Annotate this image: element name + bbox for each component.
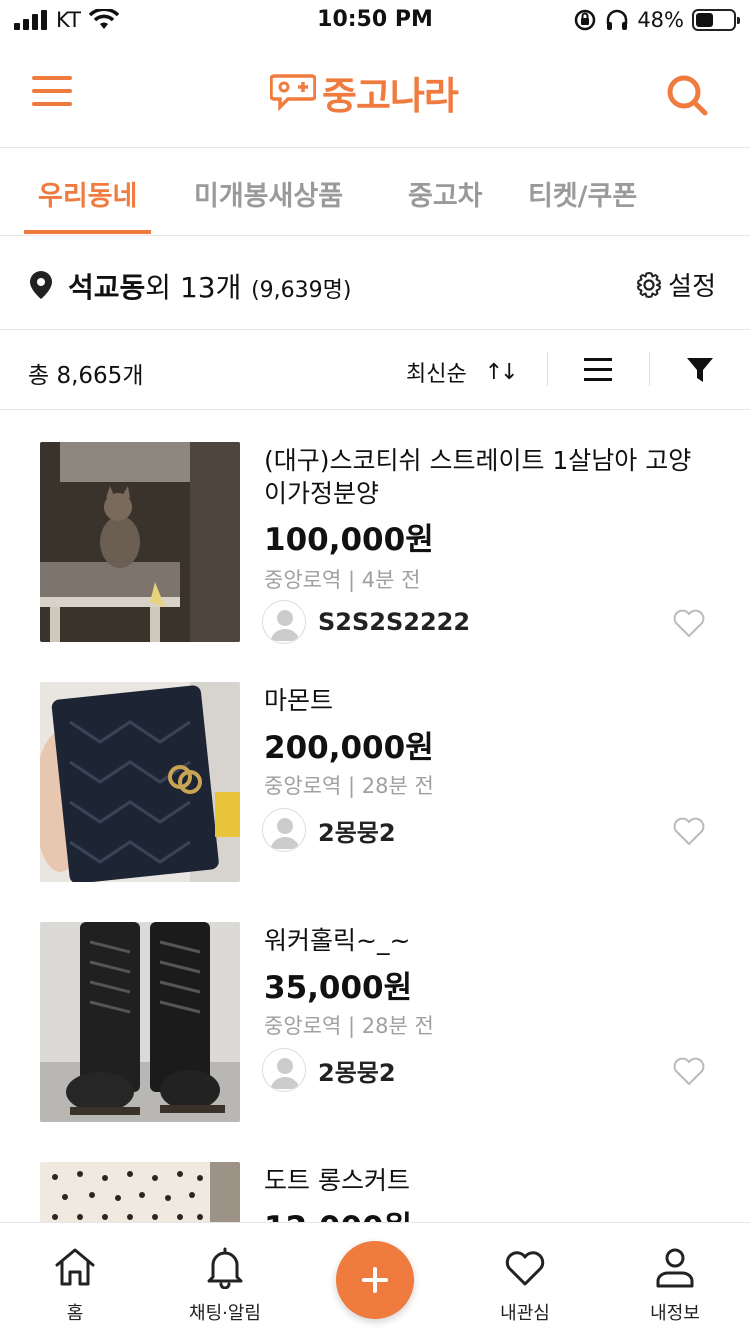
location-settings-button[interactable]: 설정 bbox=[634, 266, 716, 303]
cat-photo bbox=[40, 442, 240, 642]
avatar bbox=[262, 600, 306, 644]
tab-used-car[interactable]: 중고차 bbox=[408, 174, 483, 213]
product-list: (대구)스코티쉬 스트레이트 1살남아 고양이가정분양 100,000원 중앙로… bbox=[0, 410, 750, 1222]
location-member-count: (9,639명) bbox=[251, 278, 352, 303]
item-price: 35,000원 bbox=[264, 970, 413, 1006]
menu-button[interactable] bbox=[32, 76, 72, 110]
battery-percent: 48% bbox=[637, 8, 684, 32]
filter-funnel-icon[interactable] bbox=[686, 356, 714, 384]
nav-home-label: 홈 bbox=[66, 1303, 84, 1324]
item-time: 28분 전 bbox=[361, 1014, 434, 1038]
list-item[interactable]: 도트 롱스커트 12,000원 bbox=[0, 1130, 750, 1222]
status-bar: KT 10:50 PM 48% bbox=[0, 0, 750, 42]
heart-icon bbox=[505, 1251, 545, 1286]
seller: S2S2S2222 bbox=[262, 600, 470, 644]
avatar bbox=[262, 808, 306, 852]
nav-chat-alerts[interactable]: 채팅·알림 bbox=[150, 1223, 300, 1334]
tab-unopened-new[interactable]: 미개봉새상품 bbox=[194, 174, 343, 213]
item-title: 워커홀릭~_~ bbox=[264, 926, 411, 955]
settings-label: 설정 bbox=[668, 272, 716, 302]
seller-name: 2몽뭉2 bbox=[318, 818, 396, 847]
tab-ticket-coupon[interactable]: 티켓/쿠폰 bbox=[528, 174, 637, 213]
sort-label: 최신순 bbox=[406, 362, 467, 387]
item-time: 4분 전 bbox=[361, 568, 421, 592]
item-location: 중앙로역 bbox=[264, 568, 342, 592]
list-item[interactable]: (대구)스코티쉬 스트레이트 1살남아 고양이가정분양 100,000원 중앙로… bbox=[0, 410, 750, 650]
item-title: (대구)스코티쉬 스트레이트 1살남아 고양이가정분양 bbox=[264, 446, 692, 508]
item-location: 중앙로역 bbox=[264, 1014, 342, 1038]
meta-separator: | bbox=[347, 1014, 362, 1038]
divider bbox=[649, 352, 650, 386]
seller-name: 2몽뭉2 bbox=[318, 1058, 396, 1087]
orientation-lock-icon bbox=[575, 9, 596, 31]
item-price: 12,000원 bbox=[264, 1202, 412, 1222]
location-pin-icon bbox=[30, 271, 52, 299]
menu-icon-line bbox=[32, 89, 72, 93]
item-price: 200,000원 bbox=[264, 730, 434, 766]
list-icon-line bbox=[584, 368, 612, 371]
item-price: 100,000원 bbox=[264, 522, 434, 558]
category-tabs: 우리동네 미개봉새상품 중고차 티켓/쿠폰 bbox=[0, 148, 750, 236]
nav-my-info-label: 내정보 bbox=[650, 1303, 700, 1324]
location-name: 석교동 bbox=[68, 271, 146, 304]
location-rest: 외 13개 bbox=[145, 271, 242, 304]
gear-icon bbox=[637, 271, 662, 298]
nav-favorites-label: 내관심 bbox=[500, 1303, 550, 1324]
avatar bbox=[262, 1048, 306, 1092]
item-meta: 중앙로역 | 4분 전 bbox=[264, 564, 420, 594]
list-view-button[interactable] bbox=[584, 358, 612, 388]
home-icon bbox=[55, 1248, 95, 1286]
location-bar[interactable]: 석교동외 13개 (9,639명) 설정 bbox=[0, 236, 750, 330]
like-heart-icon[interactable] bbox=[672, 816, 706, 846]
battery-icon bbox=[692, 9, 740, 31]
item-title: 도트 롱스커트 bbox=[264, 1166, 410, 1195]
nav-home[interactable]: 홈 bbox=[0, 1223, 150, 1334]
total-count: 총 8,665개 bbox=[28, 363, 144, 389]
logo-chat-icon bbox=[270, 74, 316, 112]
sort-arrows-icon: ↑↓ bbox=[484, 359, 519, 385]
item-meta: 중앙로역 | 28분 전 bbox=[264, 1010, 434, 1040]
sort-button[interactable]: 최신순 ↑↓ bbox=[406, 356, 519, 388]
logo-text: 중고나라 bbox=[322, 73, 459, 118]
menu-icon-line bbox=[32, 102, 72, 106]
battery-fill bbox=[696, 13, 713, 27]
nav-my-info[interactable]: 내정보 bbox=[600, 1223, 750, 1334]
seller-name: S2S2S2222 bbox=[318, 608, 471, 636]
filter-bar: 총 8,665개 최신순 ↑↓ bbox=[0, 330, 750, 410]
list-icon-line bbox=[584, 358, 612, 361]
item-time: 28분 전 bbox=[361, 774, 434, 798]
search-icon[interactable] bbox=[664, 72, 710, 118]
list-icon-line bbox=[584, 378, 612, 381]
tab-neighborhood[interactable]: 우리동네 bbox=[38, 174, 137, 213]
list-item[interactable]: 마몬트 200,000원 중앙로역 | 28분 전 2몽뭉2 bbox=[0, 650, 750, 890]
bottom-navigation: 홈 채팅·알림 내관심 내정보 bbox=[0, 1222, 750, 1334]
app-header: 중고나라 bbox=[0, 42, 750, 148]
add-icon[interactable] bbox=[336, 1241, 414, 1319]
item-meta: 중앙로역 | 28분 전 bbox=[264, 770, 434, 800]
seller: 2몽뭉2 bbox=[262, 1048, 396, 1092]
like-heart-icon[interactable] bbox=[672, 608, 706, 638]
app-logo[interactable]: 중고나라 bbox=[270, 66, 459, 118]
item-title: 마몬트 bbox=[264, 686, 334, 715]
bell-icon bbox=[207, 1247, 243, 1289]
seller: 2몽뭉2 bbox=[262, 808, 396, 852]
nav-chat-alerts-label: 채팅·알림 bbox=[189, 1303, 261, 1324]
skirt-photo bbox=[40, 1162, 240, 1222]
person-icon bbox=[656, 1248, 694, 1288]
headphones-icon bbox=[607, 9, 628, 30]
location-label[interactable]: 석교동외 13개 (9,639명) bbox=[68, 266, 351, 306]
boots-photo bbox=[40, 922, 240, 1122]
like-heart-icon[interactable] bbox=[672, 1056, 706, 1086]
status-right: 48% bbox=[573, 8, 740, 32]
wallet-photo bbox=[40, 682, 240, 882]
active-tab-indicator bbox=[24, 230, 151, 234]
meta-separator: | bbox=[347, 774, 362, 798]
list-item[interactable]: 워커홀릭~_~ 35,000원 중앙로역 | 28분 전 2몽뭉2 bbox=[0, 890, 750, 1130]
item-location: 중앙로역 bbox=[264, 774, 342, 798]
nav-favorites[interactable]: 내관심 bbox=[450, 1223, 600, 1334]
menu-icon-line bbox=[32, 76, 72, 80]
divider bbox=[547, 352, 548, 386]
meta-separator: | bbox=[347, 568, 362, 592]
